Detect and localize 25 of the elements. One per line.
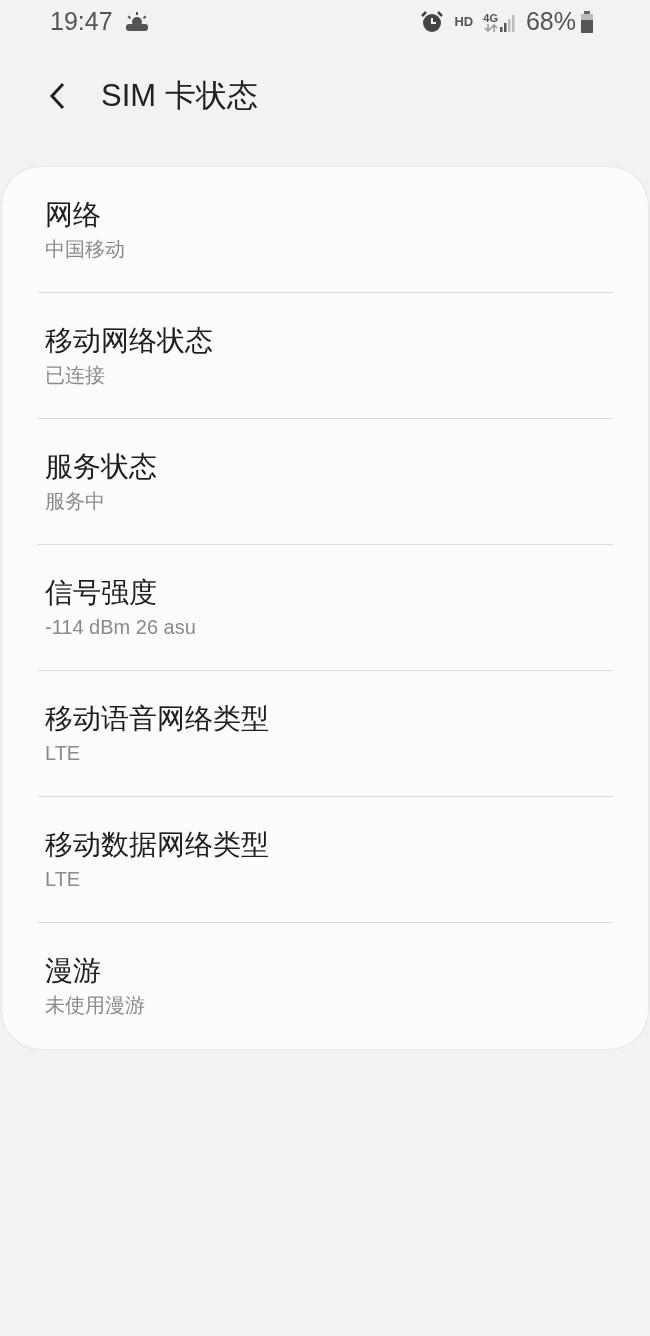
setting-value: 服务中 — [45, 488, 106, 514]
battery-icon — [580, 11, 594, 33]
setting-title: 移动数据网络类型 — [45, 827, 270, 862]
setting-title: 服务状态 — [45, 449, 158, 484]
network-type-label: 4G — [483, 12, 498, 24]
hd-label: HD — [454, 13, 474, 32]
setting-value: LTE — [45, 740, 82, 766]
back-icon — [49, 82, 65, 110]
setting-title: 漫游 — [45, 954, 102, 988]
setting-value: 中国移动 — [45, 236, 126, 262]
setting-value: -114 dBm 26 asu — [45, 614, 197, 640]
setting-title: 移动语音网络类型 — [45, 701, 270, 736]
data-arrows-icon — [483, 23, 498, 32]
battery-percent: 68% — [525, 6, 576, 38]
status-time: 19:47 — [50, 6, 113, 38]
page-title: SIM 卡状态 — [101, 76, 258, 115]
setting-value: 未使用漫游 — [45, 993, 146, 1018]
setting-value: 已连接 — [45, 362, 106, 388]
setting-title: 移动网络状态 — [45, 323, 214, 358]
setting-title: 信号强度 — [45, 575, 158, 610]
setting-title: 网络 — [45, 197, 102, 232]
setting-value: LTE — [45, 866, 82, 892]
weather-icon — [124, 12, 149, 32]
alarm-icon — [420, 10, 445, 34]
signal-icon — [499, 12, 518, 32]
